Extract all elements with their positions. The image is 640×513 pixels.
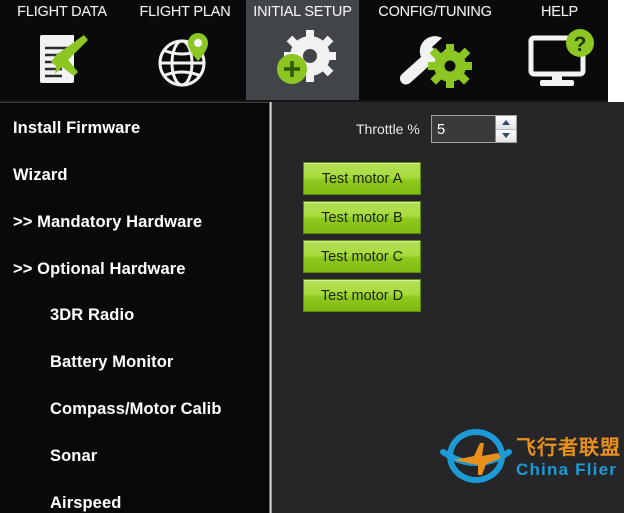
- tab-config-tuning-label: CONFIG/TUNING: [378, 4, 492, 20]
- flight-plan-icon: [124, 20, 246, 100]
- throttle-spinner-buttons: [494, 116, 516, 142]
- main-body: Install Firmware Wizard >> Mandatory Har…: [0, 102, 624, 513]
- svg-text:?: ?: [573, 33, 586, 56]
- throttle-label: Throttle %: [356, 121, 420, 137]
- watermark-chinese-text: 飞行者联盟: [516, 434, 621, 459]
- sidebar-item-wizard[interactable]: Wizard: [13, 166, 68, 185]
- initial-setup-icon: [246, 20, 359, 100]
- throttle-increment-button[interactable]: [495, 116, 516, 129]
- sidebar-item-3dr-radio[interactable]: 3DR Radio: [50, 306, 134, 325]
- sidebar-item-compass-motor-calib[interactable]: Compass/Motor Calib: [50, 400, 222, 419]
- mission-planner-window: FLIGHT DATA FLIGHT PLAN INITIAL SETUP CO…: [0, 0, 640, 513]
- throttle-control-row: Throttle %: [356, 115, 517, 143]
- motor-test-panel: Throttle % Test motor A Test motor B Tes…: [272, 102, 624, 513]
- main-toolbar: FLIGHT DATA FLIGHT PLAN INITIAL SETUP CO…: [0, 0, 608, 102]
- tab-flight-data-label: FLIGHT DATA: [17, 4, 107, 20]
- tab-flight-plan-label: FLIGHT PLAN: [139, 4, 231, 20]
- china-flier-watermark: 飞行者联盟 China Flier: [440, 422, 624, 492]
- tab-help-label: HELP: [540, 4, 579, 20]
- test-motor-d-button[interactable]: Test motor D: [303, 279, 421, 312]
- sidebar-item-sonar[interactable]: Sonar: [50, 447, 97, 466]
- china-flier-logo-icon: [440, 429, 512, 483]
- test-motor-b-button[interactable]: Test motor B: [303, 201, 421, 234]
- chevron-up-icon: [501, 119, 510, 125]
- throttle-decrement-button[interactable]: [495, 128, 516, 142]
- watermark-text: 飞行者联盟 China Flier: [516, 437, 621, 478]
- help-icon: ?: [511, 20, 608, 100]
- flight-data-icon: [0, 20, 124, 100]
- tab-initial-setup-label: INITIAL SETUP: [253, 4, 352, 20]
- tab-flight-plan[interactable]: FLIGHT PLAN: [124, 0, 246, 100]
- test-motor-a-button[interactable]: Test motor A: [303, 162, 421, 195]
- tab-initial-setup[interactable]: INITIAL SETUP: [246, 0, 359, 100]
- chevron-down-icon: [501, 133, 510, 139]
- tab-help[interactable]: HELP ?: [511, 0, 608, 100]
- sidebar-item-install-firmware[interactable]: Install Firmware: [13, 119, 140, 138]
- sidebar-item-mandatory-hardware[interactable]: >> Mandatory Hardware: [13, 213, 202, 232]
- test-motor-c-button[interactable]: Test motor C: [303, 240, 421, 273]
- setup-sidebar: Install Firmware Wizard >> Mandatory Har…: [0, 102, 269, 513]
- config-tuning-icon: [359, 20, 511, 100]
- tab-config-tuning[interactable]: CONFIG/TUNING: [359, 0, 511, 100]
- watermark-english-text: China Flier: [516, 459, 618, 479]
- sidebar-item-optional-hardware[interactable]: >> Optional Hardware: [13, 260, 186, 279]
- tab-flight-data[interactable]: FLIGHT DATA: [0, 0, 124, 100]
- throttle-stepper[interactable]: [430, 115, 517, 143]
- throttle-input[interactable]: [431, 116, 495, 142]
- sidebar-item-battery-monitor[interactable]: Battery Monitor: [50, 353, 173, 372]
- sidebar-item-airspeed[interactable]: Airspeed: [50, 494, 121, 513]
